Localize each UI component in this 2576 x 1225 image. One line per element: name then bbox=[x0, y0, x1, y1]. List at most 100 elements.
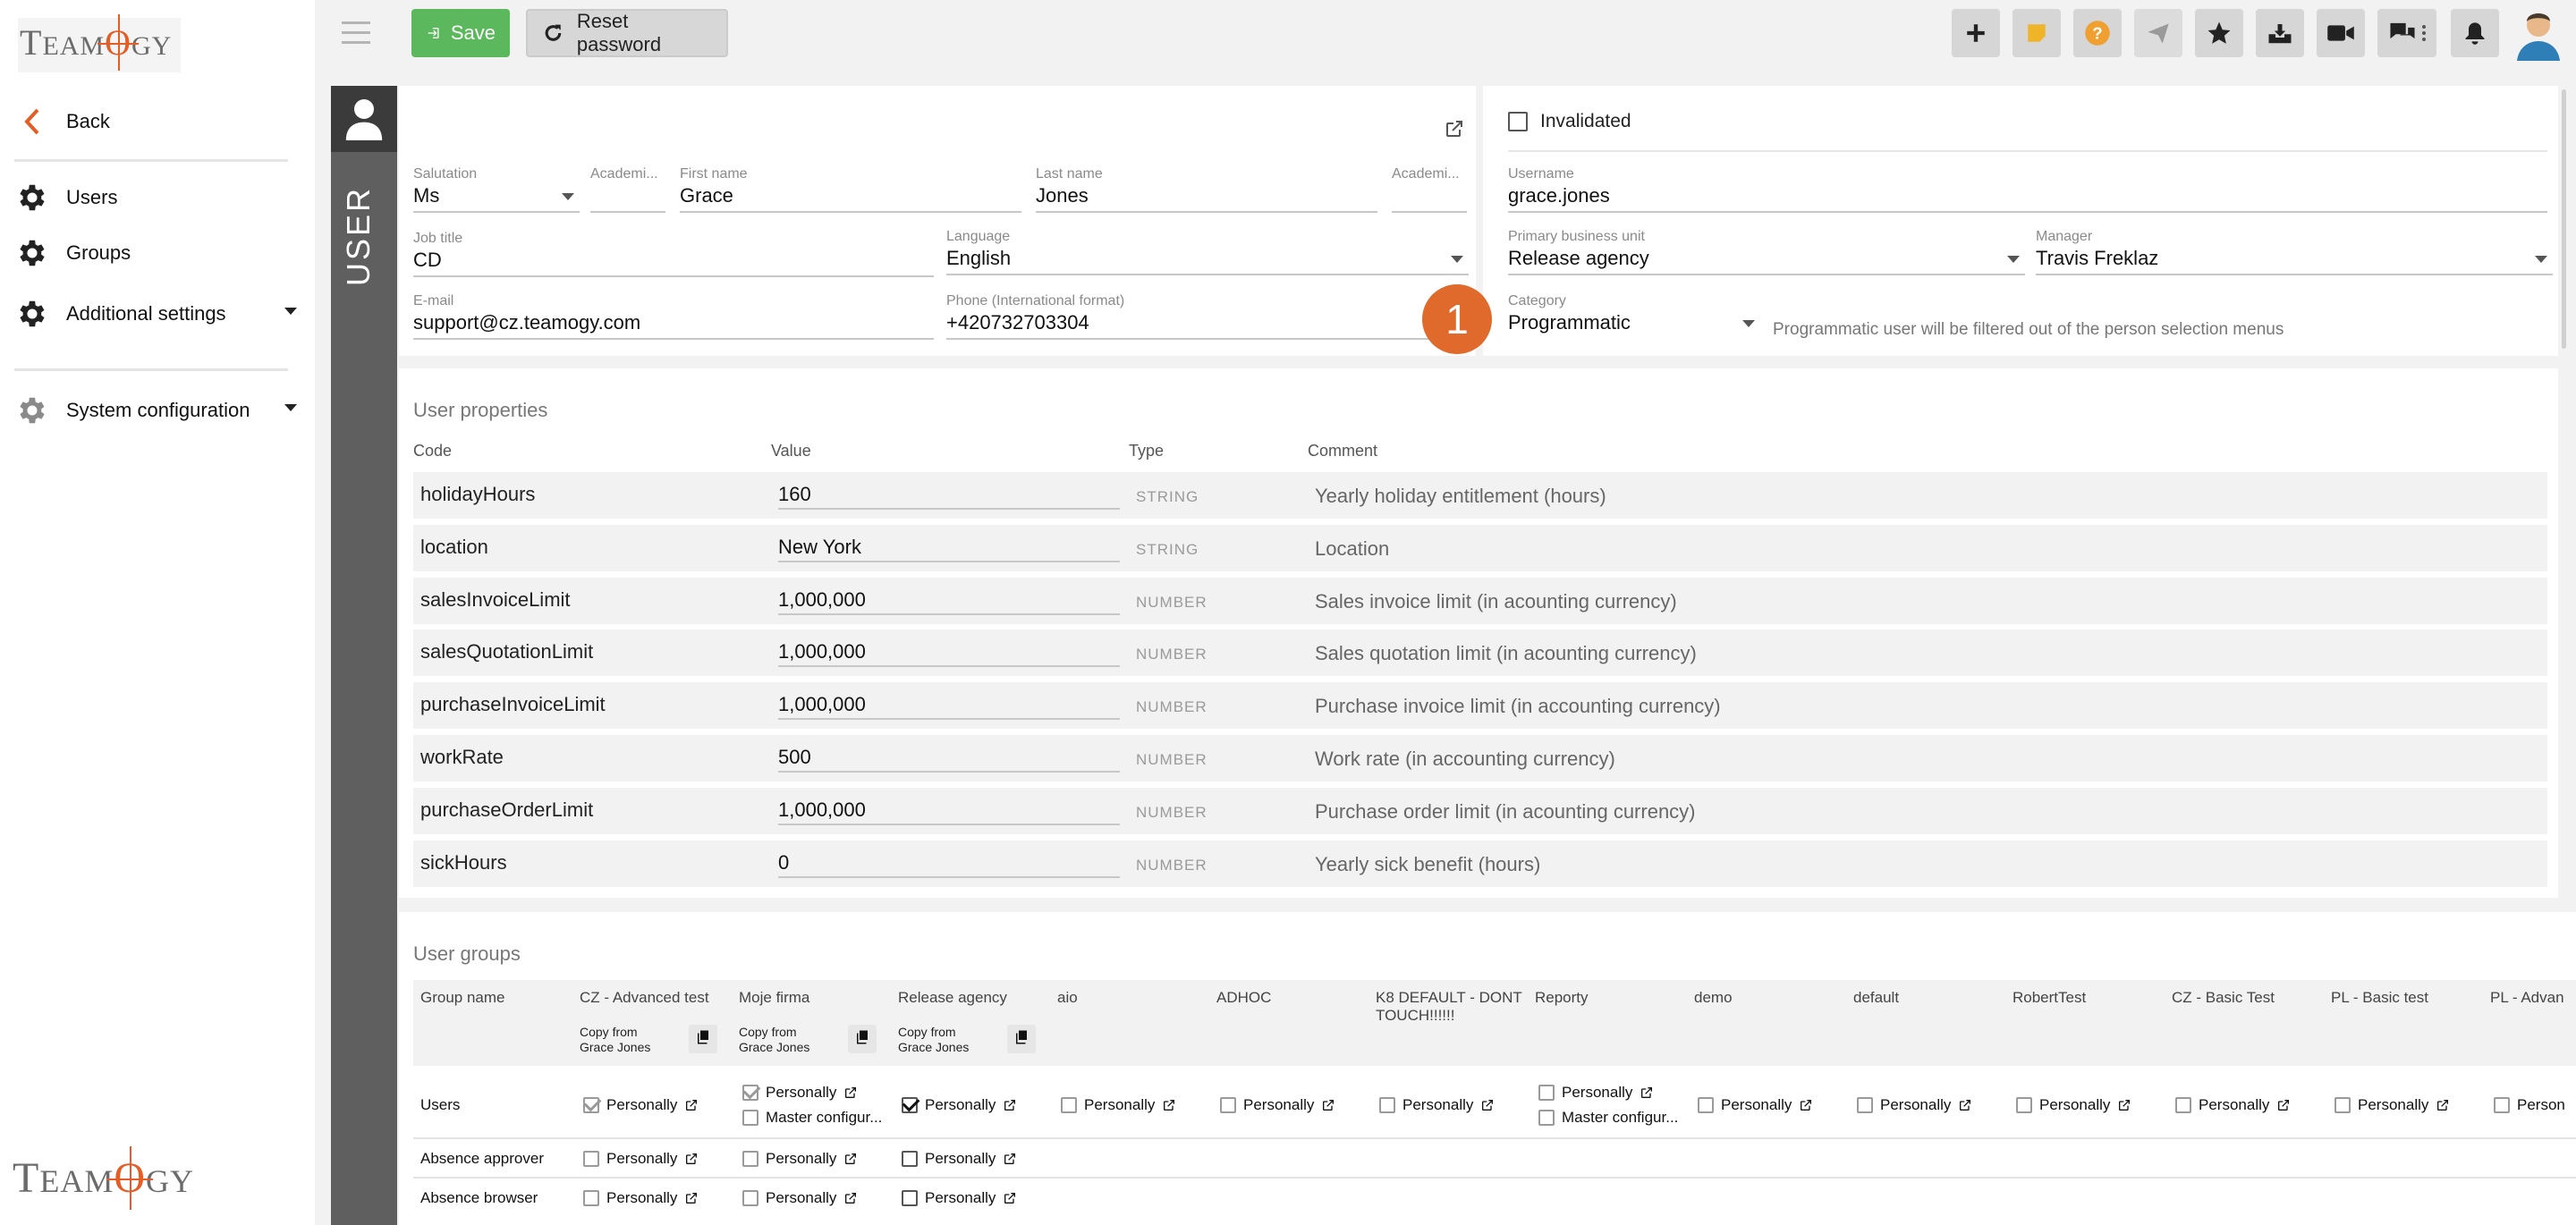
permission-cell[interactable]: Person bbox=[2494, 1096, 2565, 1114]
field-value[interactable] bbox=[590, 182, 665, 213]
permission-cell[interactable]: Master configur... bbox=[1538, 1109, 1678, 1127]
teamogy-logo[interactable]: TEAMOGY bbox=[18, 14, 182, 72]
category-field[interactable]: Category Programmatic bbox=[1508, 293, 1760, 340]
permission-cell[interactable]: Personally bbox=[1379, 1096, 1495, 1114]
invalidated-checkbox[interactable]: Invalidated bbox=[1508, 111, 1631, 132]
send-button[interactable] bbox=[2134, 9, 2182, 57]
permission-cell[interactable]: Personally bbox=[1538, 1084, 1654, 1102]
checkbox[interactable] bbox=[742, 1190, 758, 1206]
help-button[interactable]: ? bbox=[2073, 9, 2122, 57]
manager-field[interactable]: Manager Travis Freklaz bbox=[2036, 229, 2553, 275]
permission-cell[interactable]: Personally bbox=[583, 1150, 699, 1168]
back-link[interactable]: Back bbox=[14, 107, 110, 136]
first-name-field[interactable]: First name Grace bbox=[680, 166, 1021, 213]
last-name-input[interactable]: Jones bbox=[1036, 182, 1377, 213]
checkbox[interactable] bbox=[742, 1151, 758, 1167]
checkbox[interactable] bbox=[2016, 1097, 2032, 1113]
checkbox[interactable] bbox=[1538, 1085, 1555, 1101]
open-external-icon[interactable] bbox=[2276, 1098, 2291, 1112]
permission-cell[interactable]: Personally bbox=[742, 1189, 858, 1207]
last-name-field[interactable]: Last name Jones bbox=[1036, 166, 1377, 213]
more-vertical-icon[interactable] bbox=[2422, 25, 2426, 41]
notes-button[interactable] bbox=[2012, 9, 2061, 57]
permission-cell[interactable]: Personally bbox=[742, 1150, 858, 1168]
property-value-input[interactable]: 1,000,000 bbox=[778, 583, 1120, 615]
property-value-input[interactable]: 160 bbox=[778, 477, 1120, 510]
category-select[interactable]: Programmatic bbox=[1508, 309, 1760, 340]
scrollbar[interactable] bbox=[2562, 89, 2566, 349]
open-external-icon[interactable] bbox=[2117, 1098, 2131, 1112]
favorites-button[interactable] bbox=[2195, 9, 2243, 57]
open-external-icon[interactable] bbox=[1321, 1098, 1335, 1112]
email-field[interactable]: E-mail support@cz.teamogy.com bbox=[413, 293, 934, 340]
checkbox[interactable] bbox=[902, 1097, 918, 1113]
property-value-input[interactable]: 1,000,000 bbox=[778, 688, 1120, 721]
property-value-input[interactable]: 500 bbox=[778, 740, 1120, 773]
permission-cell[interactable]: Personally bbox=[2016, 1096, 2131, 1114]
language-select[interactable]: English bbox=[946, 245, 1469, 275]
open-external-icon[interactable] bbox=[2436, 1098, 2450, 1112]
language-field[interactable]: Language English bbox=[946, 229, 1469, 275]
user-tab[interactable]: USER bbox=[331, 86, 397, 1225]
field-value[interactable] bbox=[1392, 182, 1467, 213]
checkbox[interactable] bbox=[1538, 1110, 1555, 1126]
open-external-icon[interactable] bbox=[1640, 1086, 1654, 1100]
permission-cell[interactable]: Personally bbox=[583, 1096, 699, 1114]
open-external-icon[interactable] bbox=[684, 1152, 699, 1166]
checkbox[interactable] bbox=[902, 1151, 918, 1167]
first-name-input[interactable]: Grace bbox=[680, 182, 1021, 213]
open-external-icon[interactable] bbox=[1958, 1098, 1972, 1112]
open-external-icon[interactable] bbox=[843, 1191, 858, 1205]
business-unit-field[interactable]: Primary business unit Release agency bbox=[1508, 229, 2025, 275]
phone-input[interactable]: +420732703304 bbox=[946, 309, 1429, 340]
open-external-icon[interactable] bbox=[1444, 118, 1465, 144]
avatar[interactable] bbox=[2512, 5, 2565, 61]
checkbox[interactable] bbox=[2175, 1097, 2191, 1113]
permission-cell[interactable]: Personally bbox=[902, 1096, 1017, 1114]
reset-password-button[interactable]: Reset password bbox=[526, 9, 728, 57]
business-unit-select[interactable]: Release agency bbox=[1508, 245, 2025, 275]
salutation-field[interactable]: Salutation Ms bbox=[413, 166, 580, 213]
copy-permissions-button[interactable] bbox=[1007, 1025, 1036, 1053]
open-external-icon[interactable] bbox=[1480, 1098, 1495, 1112]
username-input[interactable]: grace.jones bbox=[1508, 182, 2547, 213]
property-value-input[interactable]: 1,000,000 bbox=[778, 793, 1120, 825]
job-title-field[interactable]: Job title CD bbox=[413, 231, 934, 277]
academic-title-before-field[interactable]: Academi... bbox=[590, 166, 665, 213]
save-button[interactable]: Save bbox=[411, 9, 510, 57]
checkbox[interactable] bbox=[902, 1190, 918, 1206]
property-value-input[interactable]: 0 bbox=[778, 846, 1120, 878]
sidebar-item-additional-settings[interactable]: Additional settings bbox=[14, 297, 297, 331]
checkbox[interactable] bbox=[1061, 1097, 1077, 1113]
checkbox[interactable] bbox=[2334, 1097, 2351, 1113]
chat-button[interactable] bbox=[2377, 9, 2436, 57]
permission-cell[interactable]: Master configur... bbox=[742, 1109, 882, 1127]
open-external-icon[interactable] bbox=[684, 1191, 699, 1205]
permission-cell[interactable]: Personally bbox=[1857, 1096, 1972, 1114]
job-title-input[interactable]: CD bbox=[413, 247, 934, 277]
sidebar-item-users[interactable]: Users bbox=[14, 181, 117, 215]
email-input[interactable]: support@cz.teamogy.com bbox=[413, 309, 934, 340]
open-external-icon[interactable] bbox=[684, 1098, 699, 1112]
username-field[interactable]: Username grace.jones bbox=[1508, 166, 2547, 213]
checkbox[interactable] bbox=[583, 1190, 599, 1206]
sidebar-item-groups[interactable]: Groups bbox=[14, 236, 131, 270]
permission-cell[interactable]: Personally bbox=[1061, 1096, 1176, 1114]
inbox-button[interactable] bbox=[2256, 9, 2304, 57]
checkbox[interactable] bbox=[1508, 112, 1528, 131]
video-call-button[interactable] bbox=[2317, 9, 2365, 57]
sidebar-item-system-configuration[interactable]: System configuration bbox=[14, 393, 297, 427]
manager-select[interactable]: Travis Freklaz bbox=[2036, 245, 2553, 275]
property-value-input[interactable]: 1,000,000 bbox=[778, 635, 1120, 668]
checkbox[interactable] bbox=[742, 1085, 758, 1101]
hamburger-menu-icon[interactable] bbox=[342, 21, 370, 51]
salutation-select[interactable]: Ms bbox=[413, 182, 580, 213]
checkbox[interactable] bbox=[1857, 1097, 1873, 1113]
open-external-icon[interactable] bbox=[843, 1152, 858, 1166]
checkbox[interactable] bbox=[583, 1151, 599, 1167]
notifications-button[interactable] bbox=[2451, 9, 2499, 57]
open-external-icon[interactable] bbox=[843, 1086, 858, 1100]
checkbox[interactable] bbox=[2494, 1097, 2510, 1113]
academic-title-after-field[interactable]: Academi... bbox=[1392, 166, 1467, 213]
permission-cell[interactable]: Personally bbox=[2175, 1096, 2291, 1114]
